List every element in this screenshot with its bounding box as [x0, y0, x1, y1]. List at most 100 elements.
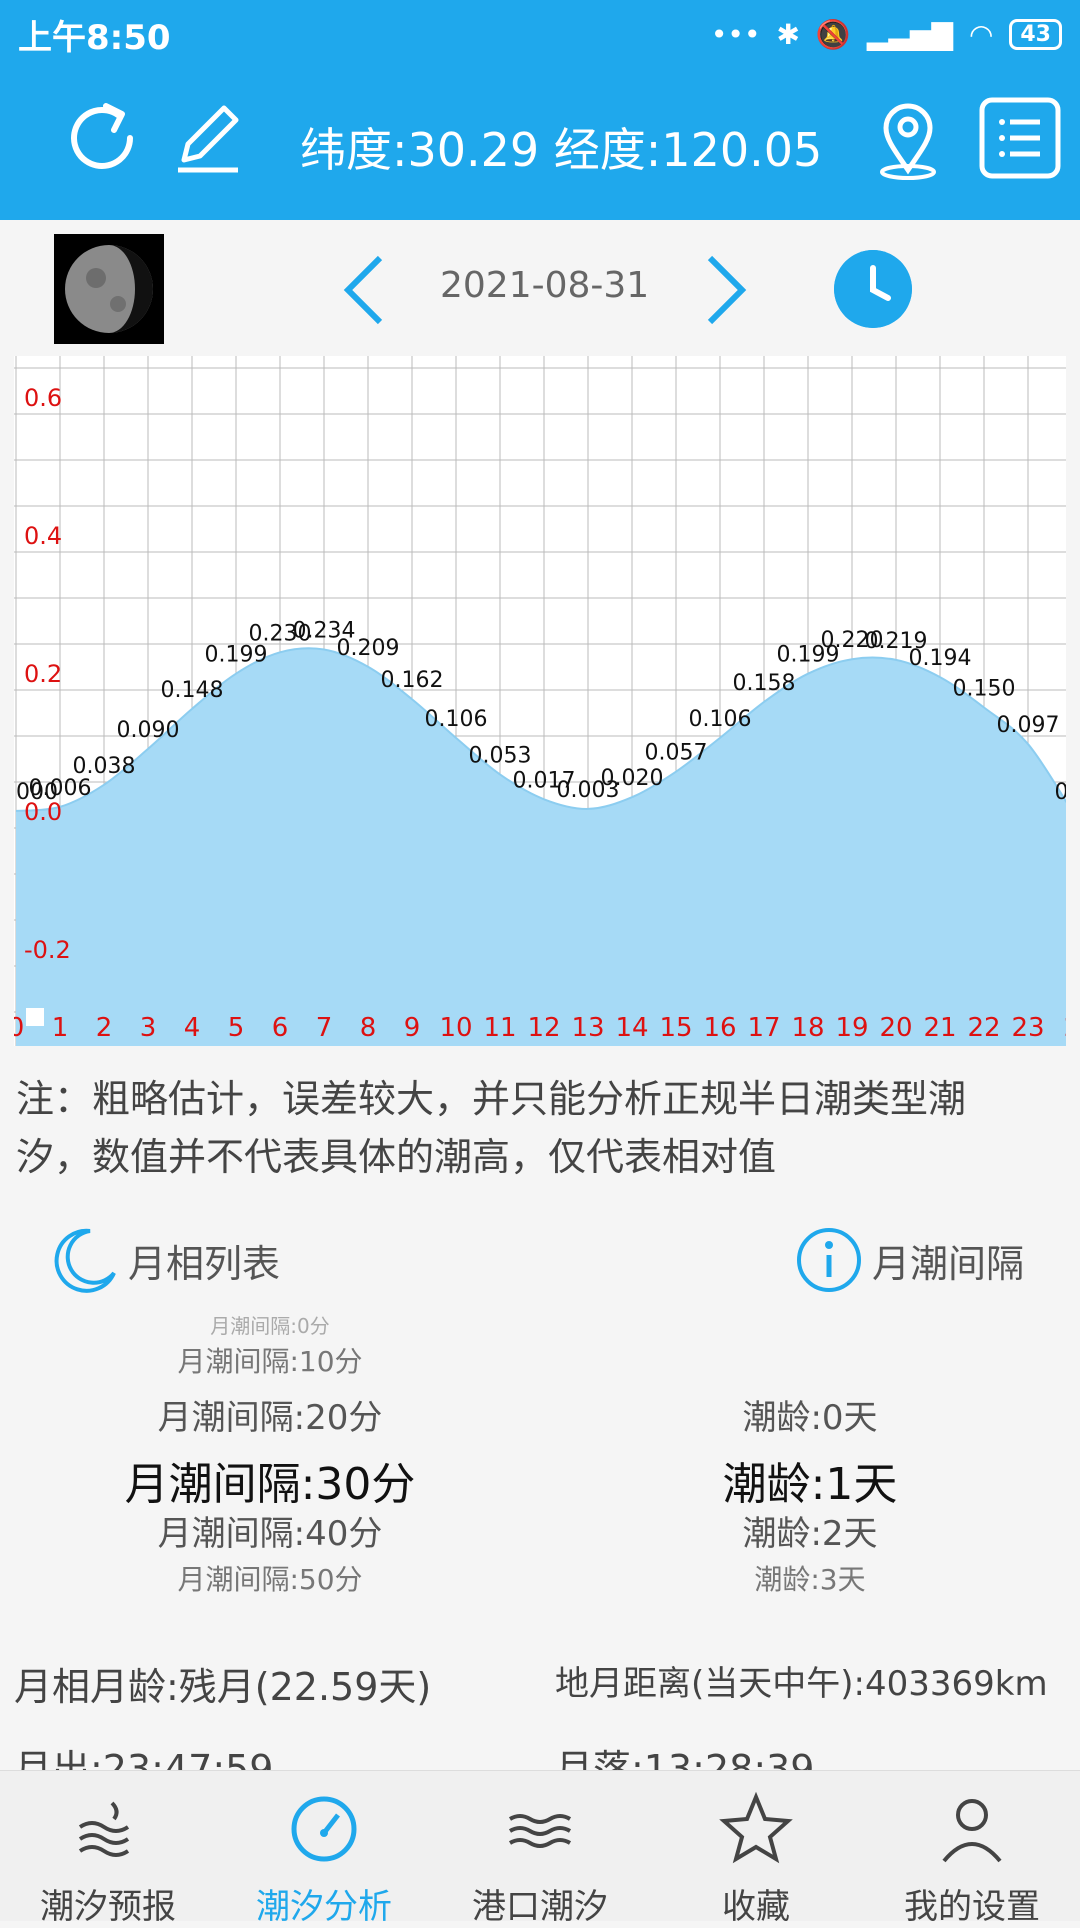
picker-item[interactable]: 潮龄:3天	[690, 1558, 930, 1598]
x-tick-label: 9	[404, 1013, 421, 1043]
x-tick-label: 2	[1064, 1013, 1066, 1043]
refresh-icon[interactable]	[60, 96, 144, 180]
location-pin-icon[interactable]	[866, 96, 950, 180]
prev-date-button[interactable]	[330, 250, 400, 330]
menu-list-icon[interactable]	[978, 96, 1062, 180]
picker-item[interactable]: 月潮间隔:40分	[110, 1506, 430, 1558]
x-tick-label: 21	[923, 1013, 956, 1043]
date-bar: 2021-08-31	[0, 220, 1080, 355]
data-label: 0.158	[733, 671, 796, 696]
date-text: 2021-08-31	[440, 265, 650, 306]
moon-phase-image	[54, 234, 164, 344]
nav-label: 我的设置	[904, 1887, 1040, 1927]
y-tick-label: 0.6	[24, 384, 62, 412]
picker-item[interactable]: 潮龄:0天	[690, 1390, 930, 1448]
wifi-icon: ◠	[968, 17, 994, 51]
data-label: 0.020	[601, 766, 664, 791]
dots-icon: •••	[710, 17, 761, 51]
status-bar: 上午8:50 ••• ✱ 🔕 ▂▃▅▇ ◠ 43	[0, 0, 1080, 68]
y-tick-label: -0.2	[24, 936, 71, 964]
moon-phase-text: 月相月龄:残月(22.59天)	[14, 1665, 432, 1709]
gauge-icon	[291, 1796, 357, 1862]
y-tick-label: 0.4	[24, 522, 62, 550]
data-label: 0.053	[469, 743, 532, 768]
data-label: 0.150	[953, 677, 1016, 702]
battery-icon: 43	[1009, 18, 1062, 50]
earth-moon-distance-text: 地月距离(当天中午):403369km	[555, 1664, 1048, 1704]
data-label: 0.106	[425, 707, 488, 732]
x-tick-label: 22	[967, 1013, 1000, 1043]
picker-item[interactable]: 月潮间隔:20分	[110, 1390, 430, 1448]
nav-label: 收藏	[722, 1887, 790, 1927]
nav-label: 港口潮汐	[472, 1887, 608, 1927]
x-tick-label: 17	[747, 1013, 780, 1043]
picker-item[interactable]: 月潮间隔:50分	[110, 1558, 430, 1598]
bluetooth-icon: ✱	[776, 17, 800, 51]
x-tick-label: 16	[703, 1013, 736, 1043]
x-tick-label: 5	[228, 1013, 245, 1043]
x-tick-label: 19	[835, 1013, 868, 1043]
data-label: 0.0	[1055, 780, 1067, 805]
mute-icon: 🔕	[815, 17, 851, 51]
toolbar: 纬度:30.29 经度:120.05	[0, 68, 1080, 220]
x-tick-label: 4	[184, 1013, 201, 1043]
tide-chart: 0.60.40.20.0-0.2 0 1 2 3 4 5 6 7 8 9 10 11 12 13 14 15 1…	[14, 356, 1066, 1046]
signal-icon: ▂▃▅▇	[866, 17, 953, 51]
nav-tide-analysis[interactable]: 潮汐分析	[216, 1771, 432, 1927]
x-tick-label: 20	[879, 1013, 912, 1043]
interval-picker[interactable]: 月潮间隔:0分 月潮间隔:10分 月潮间隔:20分 月潮间隔:30分 月潮间隔:…	[110, 1310, 430, 1598]
x-tick-label: 1	[52, 1013, 69, 1043]
picker-item-selected[interactable]: 潮龄:1天	[690, 1448, 930, 1510]
moon-list-header[interactable]: 月相列表	[50, 1220, 280, 1300]
data-label: 0.090	[117, 718, 180, 743]
legend-marker	[26, 1008, 44, 1026]
x-tick-label: 23	[1011, 1013, 1044, 1043]
sea-icon	[508, 1814, 572, 1848]
nav-my-settings[interactable]: 我的设置	[864, 1771, 1080, 1927]
nav-port-tide[interactable]: 港口潮汐	[432, 1771, 648, 1927]
x-tick-label: 12	[527, 1013, 560, 1043]
data-label: 0.097	[997, 713, 1060, 738]
picker-item[interactable]: 月潮间隔:0分	[110, 1310, 430, 1340]
status-icons: ••• ✱ 🔕 ▂▃▅▇ ◠ 43	[711, 18, 1062, 51]
note-text: 注：粗略估计，误差较大，并只能分析正规半日潮类型潮汐，数值并不代表具体的潮高，仅…	[16, 1077, 967, 1179]
x-tick-label: 8	[360, 1013, 377, 1043]
x-tick-label: 6	[272, 1013, 289, 1043]
picker-item[interactable]: 潮龄:2天	[690, 1506, 930, 1558]
clock-icon[interactable]	[834, 250, 912, 328]
nav-label: 潮汐分析	[256, 1887, 392, 1927]
star-icon	[719, 1791, 793, 1864]
data-label: 0.162	[381, 668, 444, 693]
x-tick-label: 7	[316, 1013, 333, 1043]
data-label: 0.199	[205, 643, 268, 668]
nav-label: 潮汐预报	[40, 1887, 176, 1927]
x-tick-label: 15	[659, 1013, 692, 1043]
data-label: 0.057	[645, 741, 708, 766]
waves-icon	[78, 1801, 130, 1857]
data-label: 0.148	[161, 678, 224, 703]
x-tick-label: 10	[439, 1013, 472, 1043]
bottom-nav: 潮汐预报 潮汐分析 港口潮汐 收藏 我的设置	[0, 1770, 1080, 1927]
x-tick-label: 13	[571, 1013, 604, 1043]
next-date-button[interactable]	[690, 250, 760, 330]
nav-tide-forecast[interactable]: 潮汐预报	[0, 1771, 216, 1927]
picker-item[interactable]: 月潮间隔:10分	[110, 1340, 430, 1390]
person-icon	[942, 1799, 1002, 1863]
x-tick-label: 14	[615, 1013, 648, 1043]
x-tick-label: 11	[483, 1013, 516, 1043]
tide-interval-header[interactable]: 月潮间隔	[794, 1220, 1024, 1300]
tide-area	[16, 648, 1066, 1046]
tide-age-picker[interactable]: 潮龄:0天 潮龄:1天 潮龄:2天 潮龄:3天	[690, 1390, 930, 1598]
nav-favorites[interactable]: 收藏	[648, 1771, 864, 1927]
coordinates-text: 纬度:30.29 经度:120.05	[300, 123, 823, 177]
info-icon	[797, 1228, 861, 1292]
tide-interval-label: 月潮间隔	[872, 1241, 1025, 1286]
x-tick-label: 0	[14, 1013, 24, 1043]
edit-icon[interactable]	[166, 96, 250, 180]
data-label: 0.038	[73, 754, 136, 779]
x-tick-label: 2	[96, 1013, 113, 1043]
data-label: 0.209	[337, 636, 400, 661]
moon-list-label: 月相列表	[128, 1241, 281, 1286]
crescent-moon-icon	[54, 1228, 116, 1293]
picker-item-selected[interactable]: 月潮间隔:30分	[110, 1448, 430, 1510]
